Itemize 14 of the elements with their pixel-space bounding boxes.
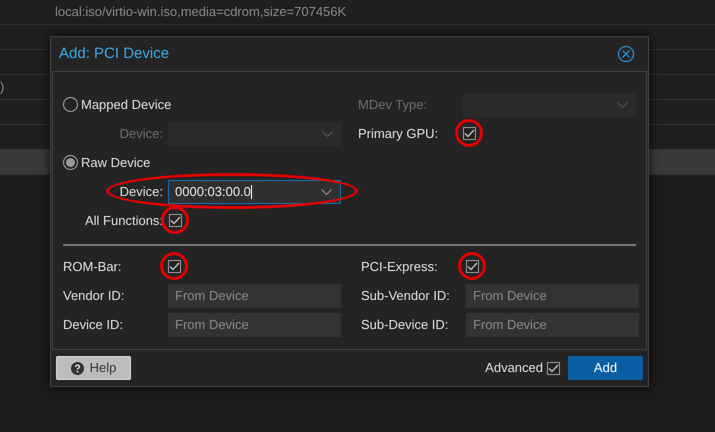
field-label: PCI-Express:: [361, 258, 439, 276]
field-label: Primary GPU:: [358, 124, 440, 143]
field-label: Device:: [118, 124, 164, 143]
field-label: ROM-Bar:: [63, 258, 122, 276]
field-label: Sub-Device ID:: [361, 316, 450, 334]
table-cell-text: local:iso/virtio-win.iso,media=cdrom,size=707456K: [55, 3, 346, 22]
field-label: MDev Type:: [358, 96, 428, 114]
dialog-title: Add: PCI Device: [59, 44, 170, 64]
advanced-label: Advanced: [485, 359, 543, 378]
field-label: Device ID:: [63, 316, 124, 334]
field-label: Sub-Vendor ID:: [361, 286, 451, 305]
table-cell: ): [0, 79, 4, 94]
field-label: Vendor ID:: [63, 286, 126, 305]
field-label: Device:: [118, 182, 164, 201]
